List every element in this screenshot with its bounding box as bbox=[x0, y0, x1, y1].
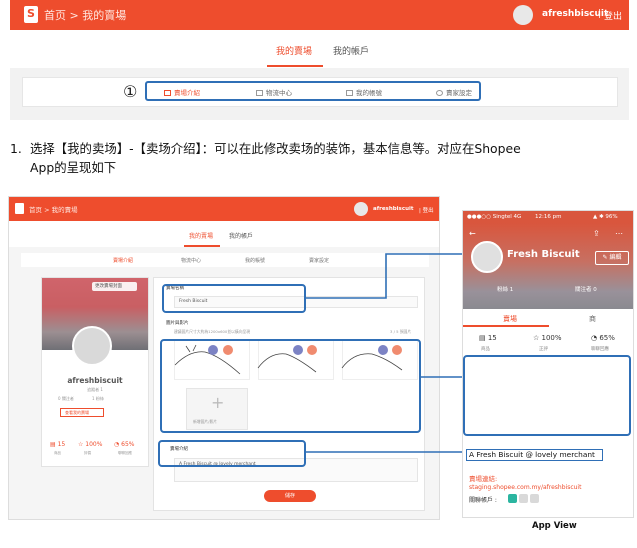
phone-stat-chat-label: 聊聊回應 bbox=[591, 347, 609, 352]
status-battery: ▲ ✱ 96% bbox=[593, 214, 618, 220]
app-description-box: A Fresh Biscuit @ lovely merchant bbox=[466, 449, 603, 461]
phone-followers: 粉絲 1 bbox=[497, 287, 514, 293]
shop-link-label: 賣場連結: bbox=[469, 475, 498, 483]
phone-shop-name: Fresh Biscuit bbox=[507, 249, 580, 260]
phone-tab-shop: 賣場 bbox=[503, 315, 517, 323]
phone-stat-chat: ◔ 65% bbox=[591, 334, 615, 342]
box-icon: ▤ bbox=[479, 334, 488, 342]
phone-stat-products: ▤ 15 bbox=[479, 334, 497, 342]
phone-stat-products-label: 商品 bbox=[481, 347, 490, 352]
back-arrow-icon: ← bbox=[469, 229, 476, 238]
phone-tabs: 賣場 商 bbox=[463, 309, 633, 327]
phone-tab-products: 商 bbox=[589, 315, 596, 323]
more-icon: ⋯ bbox=[615, 229, 623, 238]
highlight-app-images bbox=[463, 355, 631, 436]
social-icon-1 bbox=[508, 494, 517, 503]
social-icon-2 bbox=[519, 494, 528, 503]
connector-shop-name bbox=[306, 253, 466, 299]
phone-tab-underline bbox=[463, 325, 549, 327]
related-accounts-label: 關聯帳戶 : bbox=[469, 497, 497, 504]
app-view-caption: App View bbox=[532, 521, 577, 531]
status-carrier: ●●●○○ Singtel 4G bbox=[467, 214, 522, 220]
phone-following: 關注者 0 bbox=[575, 287, 597, 293]
star-icon: ☆ bbox=[533, 334, 542, 342]
phone-edit-button: ✎ 編輯 bbox=[595, 251, 629, 265]
social-icon-3 bbox=[530, 494, 539, 503]
shop-link-url: staging.shopee.com.my/afreshbiscuit bbox=[469, 484, 582, 491]
status-time: 12:16 pm bbox=[535, 214, 562, 220]
phone-stat-rating: ☆ 100% bbox=[533, 334, 562, 342]
share-icon: ⇪ bbox=[593, 229, 600, 238]
phone-shop-avatar bbox=[471, 241, 503, 273]
phone-stat-rating-label: 正評 bbox=[539, 347, 548, 352]
phone-status-bar: ●●●○○ Singtel 4G 12:16 pm ▲ ✱ 96% bbox=[463, 211, 633, 223]
